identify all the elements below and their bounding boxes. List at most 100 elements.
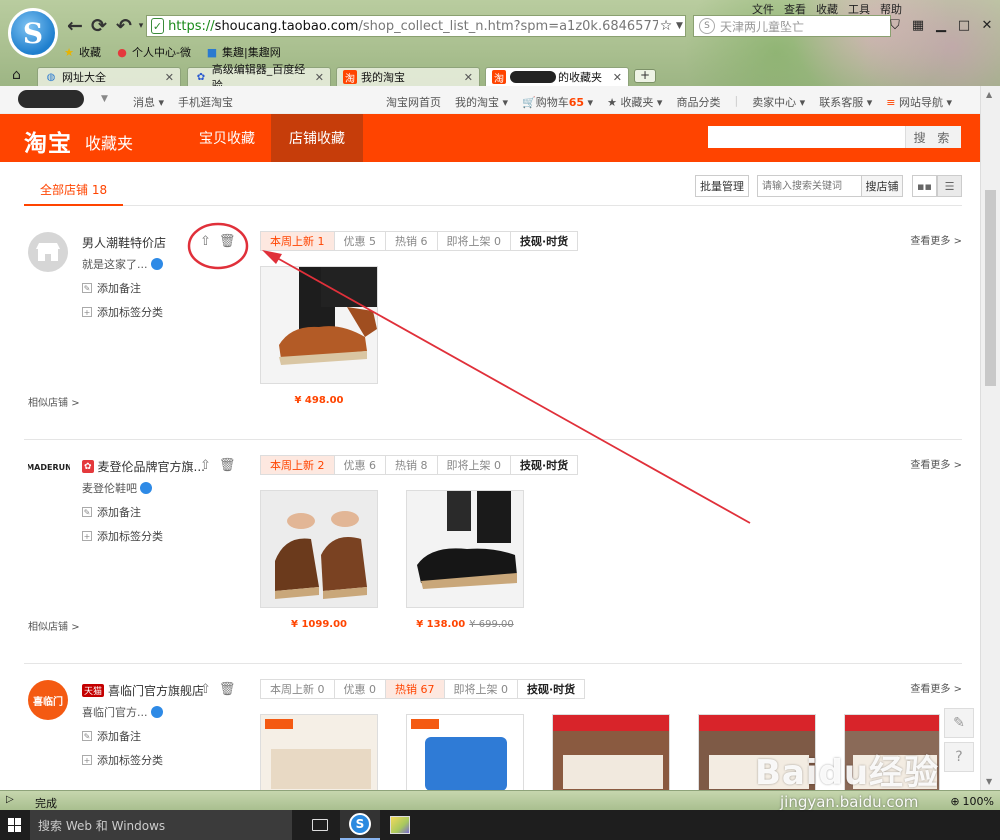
taobao-logo[interactable]: 淘宝 <box>24 124 72 158</box>
browser-search-box[interactable]: S 天津两儿童坠亡 <box>693 15 891 37</box>
product-card[interactable]: ¥ 498.00 <box>260 266 378 406</box>
trash-icon[interactable]: 🗑 <box>219 682 236 697</box>
shop-search-button[interactable]: 搜店铺 <box>861 176 902 196</box>
bookmark-weibo[interactable]: ● 个人中心-微 <box>115 44 191 60</box>
tab-url-directory[interactable]: ◍ 网址大全 ✕ <box>37 67 181 86</box>
tab-brand-goods[interactable]: 技砚·时货 <box>518 680 584 698</box>
tab-coming-soon[interactable]: 即将上架 0 <box>438 456 511 474</box>
add-note-link[interactable]: ✎ 添加备注 <box>82 728 141 744</box>
maximize-icon[interactable]: □ <box>955 16 973 34</box>
close-icon[interactable]: ✕ <box>978 16 996 34</box>
product-image[interactable] <box>260 490 378 608</box>
add-note-link[interactable]: ✎ 添加备注 <box>82 280 141 296</box>
add-note-link[interactable]: ✎ 添加备注 <box>82 504 141 520</box>
wangwang-icon[interactable] <box>150 706 163 718</box>
similar-shops-link[interactable]: 相似店铺 > <box>28 618 80 633</box>
tab-new-this-week[interactable]: 本周上新 1 <box>261 232 335 250</box>
address-bar[interactable]: ✓ https:// shoucang.taobao.com /shop_col… <box>146 15 686 37</box>
xilinmen-logo[interactable]: 喜临门 <box>28 680 68 720</box>
tab-my-taobao[interactable]: 淘 我的淘宝 ✕ <box>336 67 480 86</box>
pin-top-icon[interactable]: ⇧ <box>200 234 211 249</box>
task-view-icon[interactable] <box>312 819 328 831</box>
taobao-home-link[interactable]: 淘宝网首页 <box>386 94 441 110</box>
home-icon[interactable]: ⌂ <box>12 67 21 83</box>
sidebar-toggle-icon[interactable]: ▷ <box>6 794 14 805</box>
tab-favorites[interactable]: 淘 的收藏夹 ✕ <box>485 67 629 86</box>
menu-file[interactable]: 文件 <box>752 1 774 17</box>
grid-icon[interactable]: ▦ <box>909 16 927 34</box>
scroll-thumb[interactable] <box>985 190 996 386</box>
favorites-search-input[interactable] <box>708 126 905 148</box>
maderun-logo[interactable]: MADERUN <box>28 458 70 476</box>
shop-name[interactable]: ✿ 麦登伦品牌官方旗... <box>82 458 205 475</box>
tab-new-this-week[interactable]: 本周上新 2 <box>261 456 335 474</box>
menu-help[interactable]: 帮助 <box>880 1 902 17</box>
cart-link[interactable]: 🛒购物车65 ▾ <box>522 94 593 110</box>
tab-hot[interactable]: 热销 6 <box>386 232 438 250</box>
tab-brand-goods[interactable]: 技砚·时货 <box>511 232 577 250</box>
all-shops-tab[interactable]: 全部店铺 18 <box>24 174 124 206</box>
product-card[interactable] <box>260 714 378 790</box>
taskbar-image-app[interactable] <box>380 810 420 840</box>
tab-discount[interactable]: 优惠 6 <box>335 456 386 474</box>
category-link[interactable]: 商品分类 <box>676 94 720 110</box>
tab-close-icon[interactable]: ✕ <box>165 71 174 84</box>
scroll-down-icon[interactable]: ▼ <box>986 777 992 786</box>
trash-icon[interactable]: 🗑 <box>219 458 236 473</box>
tab-coming-soon[interactable]: 即将上架 0 <box>445 680 518 698</box>
add-tag-link[interactable]: + 添加标签分类 <box>82 528 163 544</box>
product-card[interactable] <box>552 714 670 790</box>
product-card[interactable]: ¥ 138.00 ¥ 699.00 <box>406 490 524 630</box>
taskbar-browser-app[interactable]: S <box>340 810 380 840</box>
product-image[interactable] <box>406 714 524 790</box>
product-image[interactable] <box>260 266 378 384</box>
similar-shops-link[interactable]: 相似店铺 > <box>28 394 80 409</box>
tab-close-icon[interactable]: ✕ <box>613 71 622 84</box>
wangwang-icon[interactable] <box>140 482 152 494</box>
bookmark-favorites[interactable]: ★ 收藏 <box>62 44 101 60</box>
back-icon[interactable]: ← <box>64 15 86 37</box>
pin-top-icon[interactable]: ⇧ <box>200 458 211 473</box>
tab-brand-goods[interactable]: 技砚·时货 <box>511 456 577 474</box>
product-image[interactable] <box>552 714 670 790</box>
tab-close-icon[interactable]: ✕ <box>315 71 324 84</box>
shop-name[interactable]: 天猫 喜临门官方旗舰店 <box>82 682 204 699</box>
browser-logo-icon[interactable]: S <box>8 8 58 58</box>
grid-view-icon[interactable]: ▪▪ <box>912 175 937 197</box>
tab-hot[interactable]: 热销 67 <box>386 680 445 698</box>
bookmark-jiqu[interactable]: ■ 集趣|集趣网 <box>205 44 281 60</box>
product-card[interactable] <box>406 714 524 790</box>
add-tag-link[interactable]: + 添加标签分类 <box>82 752 163 768</box>
minimize-icon[interactable]: ▁ <box>932 16 950 34</box>
bookmark-star-icon[interactable]: ☆ <box>658 18 674 34</box>
favorites-search-button[interactable]: 搜 索 <box>905 126 961 148</box>
user-dropdown-icon[interactable]: ▼ <box>101 94 108 104</box>
tab-close-icon[interactable]: ✕ <box>464 71 473 84</box>
see-more-link[interactable]: 查看更多 > <box>910 456 962 471</box>
product-card[interactable]: ¥ 1099.00 <box>260 490 378 630</box>
search-engine-icon[interactable]: S <box>699 18 715 34</box>
shop-search-input[interactable] <box>758 176 861 196</box>
tab-coming-soon[interactable]: 即将上架 0 <box>438 232 511 250</box>
add-tag-link[interactable]: + 添加标签分类 <box>82 304 163 320</box>
see-more-link[interactable]: 查看更多 > <box>910 680 962 695</box>
pin-top-icon[interactable]: ⇧ <box>200 682 211 697</box>
taskbar-search[interactable]: 搜索 Web 和 Windows <box>30 810 292 840</box>
refresh-icon[interactable]: ⟳ <box>88 15 110 37</box>
wangwang-icon[interactable] <box>150 258 163 270</box>
product-image[interactable] <box>260 714 378 790</box>
shop-name[interactable]: 男人潮鞋特价店 <box>82 234 166 251</box>
tab-discount[interactable]: 优惠 5 <box>335 232 386 250</box>
product-image[interactable] <box>406 490 524 608</box>
see-more-link[interactable]: 查看更多 > <box>910 232 962 247</box>
messages-link[interactable]: 消息 ▾ <box>133 94 164 110</box>
my-taobao-link[interactable]: 我的淘宝 ▾ <box>455 94 508 110</box>
tab-hot[interactable]: 热销 8 <box>386 456 438 474</box>
tab-baidu-editor[interactable]: ✿ 高级编辑器_百度经验 ✕ <box>187 63 331 92</box>
tab-discount[interactable]: 优惠 0 <box>335 680 386 698</box>
shirt-icon[interactable]: ⛉ <box>886 16 904 34</box>
tab-item-favorites[interactable]: 宝贝收藏 <box>181 114 273 162</box>
zoom-control[interactable]: ⊕ 100% <box>950 795 994 808</box>
site-nav-link[interactable]: ≡ 网站导航 ▾ <box>886 94 952 110</box>
scroll-up-icon[interactable]: ▲ <box>986 90 992 99</box>
